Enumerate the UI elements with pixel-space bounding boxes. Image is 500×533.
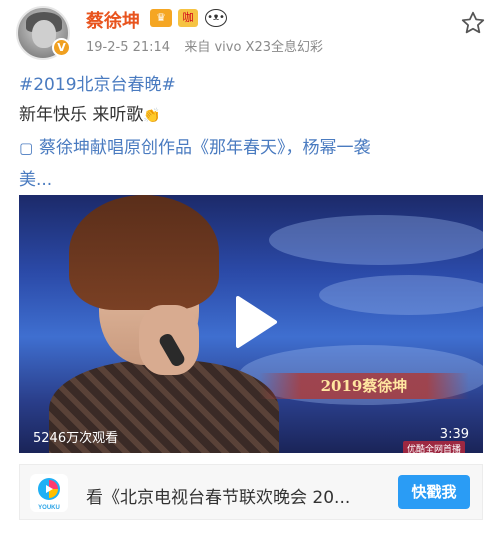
cloud [269,215,483,265]
post-source: 来自 vivo X23全息幻彩 [184,40,324,55]
quick-watch-button[interactable]: 快戳我 [398,475,470,509]
vip-crown-icon[interactable]: ♛ [150,9,172,27]
shine-badge-icon[interactable]: 咖 [178,9,198,27]
post-meta: 19-2-5 21:14 来自 vivo X23全息幻彩 [86,36,323,55]
cloud [319,275,483,315]
source-tag: 优酷全网首播 [402,441,465,453]
star-icon[interactable] [460,10,486,36]
video-link-icon: ▢ [19,139,34,157]
post-text-line1: 新年快乐 来听歌👏 [19,100,161,125]
singer-hair [69,195,219,310]
youku-logo-icon: YOUKU [30,474,68,512]
view-count: 5246万次观看 [33,431,119,446]
video-caption: 2019蔡徐坤 [259,373,469,399]
post-text: 新年快乐 来听歌 [19,105,144,125]
verified-badge-icon: V [52,38,71,57]
username[interactable]: 蔡徐坤 [86,7,140,33]
post-text-more[interactable]: 美... [19,165,52,190]
youku-logo-text: YOUKU [38,505,60,511]
post-time: 19-2-5 21:14 [86,40,171,55]
post-text-line2[interactable]: ▢ 蔡徐坤献唱原创作品《那年春天》，杨幂一袭 [19,133,371,158]
video-player[interactable]: 2019蔡徐坤 5246万次观看 3:39 优酷全网首播 [19,195,483,453]
promo-card[interactable]: YOUKU 看《北京电视台春节联欢晚会 20... 快戳我 [19,464,483,520]
play-icon[interactable] [234,295,278,349]
promo-text[interactable]: 看《北京电视台春节联欢晚会 20... [86,483,350,508]
panda-badge-icon[interactable]: •ᴥ• [205,9,227,27]
video-link-text[interactable]: 蔡徐坤献唱原创作品《那年春天》，杨幂一袭 [39,138,371,158]
clap-emoji-icon: 👏 [143,108,161,124]
video-duration: 3:39 [439,427,469,442]
hashtag-link[interactable]: #2019北京台春晚# [19,70,176,95]
